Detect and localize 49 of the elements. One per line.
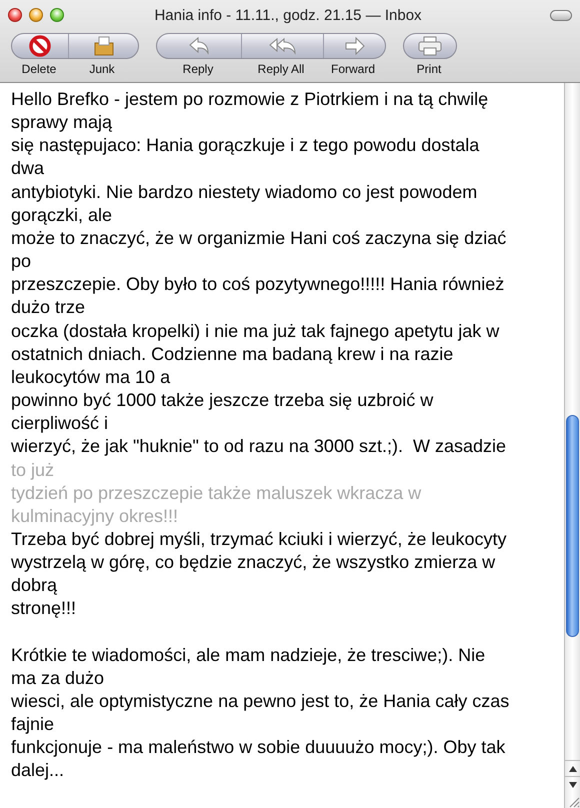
message-line: dobrą (11, 574, 58, 598)
scrollbar[interactable] (564, 83, 580, 808)
message-line: Hello Brefko - jestem po rozmowie z Piotrkiem i na tą chwilę (11, 88, 488, 111)
message-line: funkcjonuje - ma maleństwo w sobie duuuużo mocy;). Oby tak (11, 736, 506, 760)
message-line: się następujaco: Hania gorączkuje i z tego powodu dostala (11, 134, 480, 158)
message-line: ostatnich dniach. Codzienne ma badaną krew i na razie (11, 342, 454, 366)
message-line: powinno być 1000 także jeszcze trzeba się uzbroić w (11, 389, 434, 412)
toolbar-button-label[interactable]: Print (403, 62, 455, 76)
message-line: oczka (dostała kropelki) i nie ma już tak fajnego apetytu jak w (11, 320, 500, 343)
message-line: dwa (11, 157, 44, 180)
printer-icon (417, 36, 443, 56)
message-line: po (11, 250, 32, 274)
message-line: kulminacyjny okres!!! (11, 504, 178, 528)
message-line: tydzień po przeszczepie także maluszek wkracza w (11, 482, 422, 505)
zoom-button[interactable] (50, 8, 64, 22)
message-line: wiesci, ale optymistyczne na pewno jest to, że Hania cały czas (11, 690, 510, 713)
message-line: cierpliwość i (11, 412, 108, 436)
message-line: wystrzelą w górę, co będzie znaczyć, że wszystko zmierza w (11, 551, 496, 574)
message-line: może to znaczyć, że w organizmie Hani coś zaczyna się dziać (11, 226, 506, 250)
message-line: ma za dużo (11, 666, 104, 690)
forward-arrow-icon (344, 37, 366, 55)
message-line: antybiotyki. Nie bardzo niestety wiadomo co jest powodem (11, 180, 478, 204)
window-title: Hania info - 11.11., godz. 21.15 — Inbox (154, 6, 423, 24)
message-line: sprawy mają (11, 111, 112, 134)
toolbar-button-label[interactable]: Delete (11, 62, 67, 76)
toolbar-button-label[interactable]: Junk (67, 62, 137, 76)
reply-arrow-icon (188, 37, 210, 55)
message-line: przeszczepie. Oby było to coś pozytywnego!!!!! Hania również (11, 273, 504, 296)
toolbar-button-label[interactable]: Reply All (240, 62, 322, 76)
message-line: to już (11, 458, 54, 482)
message-line: stronę!!! (11, 597, 76, 620)
junk-bin-icon (92, 36, 114, 56)
message-line: gorączki, ale (11, 204, 112, 227)
scrollbar-thumb[interactable] (566, 415, 579, 637)
message-line: dalej... (11, 759, 64, 782)
no-entry-icon (29, 35, 51, 57)
resize-grip-icon[interactable] (569, 797, 580, 808)
message-line: leukocytów ma 10 a (11, 366, 170, 389)
close-button[interactable] (8, 8, 22, 22)
message-line: wierzyć, że jak "huknie" to od razu na 3000 szt.;). W zasadzie (11, 435, 506, 458)
message-line: dużo trze (11, 296, 86, 320)
reply-all-arrow-icon (268, 37, 296, 55)
minimize-button[interactable] (29, 8, 43, 22)
message-line: Trzeba być dobrej myśli, trzymać kciuki i wierzyć, że leukocyty (11, 528, 506, 551)
toolbar-button-label[interactable]: Forward (322, 62, 384, 76)
message-line: fajnie (11, 713, 54, 736)
toolbar-toggle-button[interactable] (550, 10, 572, 20)
toolbar-button-label[interactable]: Reply (156, 62, 240, 76)
message-line: Krótkie te wiadomości, ale mam nadzieje, że tresciwe;). Nie (11, 644, 486, 667)
